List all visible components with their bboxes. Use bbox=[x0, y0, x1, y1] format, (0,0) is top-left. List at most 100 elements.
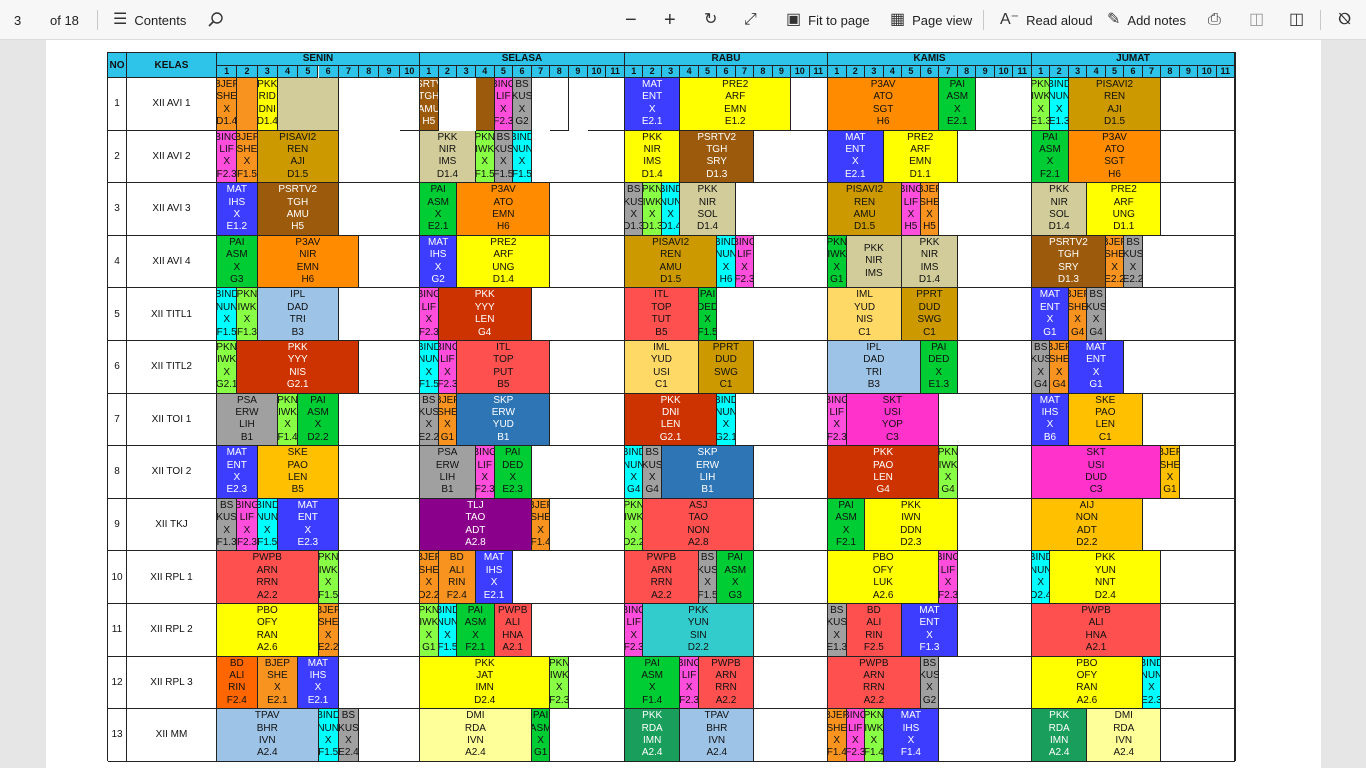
lesson-cell[interactable]: BJEPSHEXF1.5 bbox=[237, 130, 258, 184]
fullscreen-button[interactable]: ⤢ bbox=[744, 0, 757, 40]
lesson-cell[interactable]: MAT ENT X E2.3 bbox=[217, 446, 258, 499]
lesson-cell[interactable]: SKE PAO LEN B5 bbox=[257, 446, 339, 499]
lesson-cell[interactable]: PKN IWK X G1 bbox=[420, 604, 439, 657]
lesson-cell[interactable]: BD ALI RIN F2.4 bbox=[217, 656, 258, 710]
lesson-cell[interactable]: PKK NIR IMS bbox=[846, 235, 903, 289]
lesson-cell[interactable]: MAT ENT X E2.1 bbox=[828, 130, 884, 184]
lesson-cell[interactable]: BINDNUNXE2.3 bbox=[1142, 656, 1162, 710]
lesson-cell[interactable]: MAT IHS X E1.2 bbox=[217, 183, 258, 236]
fit-to-page-button[interactable]: ▣ Fit to page bbox=[786, 0, 870, 40]
lesson-cell[interactable]: IML YUD USI C1 bbox=[625, 341, 699, 394]
lesson-cell[interactable]: BSKUSXF1.5 bbox=[494, 130, 514, 184]
lesson-cell[interactable]: PWPB ARN RRN A2.2 bbox=[217, 551, 319, 604]
lesson-cell[interactable]: PPRT DUD SWG C1 bbox=[698, 341, 755, 394]
lesson-cell[interactable]: BINGLIFXF2.3 bbox=[846, 709, 866, 762]
zoom-in-button[interactable]: + bbox=[664, 0, 676, 40]
lesson-cell[interactable]: PAI ASM X F1.4 bbox=[625, 656, 681, 710]
lesson-cell[interactable]: SKT USI YOP C3 bbox=[846, 393, 940, 447]
lesson-cell[interactable]: PAI ASM X E2.1 bbox=[420, 183, 458, 236]
lesson-cell[interactable]: MAT IHS X E2.1 bbox=[298, 656, 339, 710]
lesson-cell[interactable]: BINGLIFXF2.3 bbox=[420, 288, 439, 341]
lesson-cell[interactable]: BD ALI RIN F2.5 bbox=[846, 604, 903, 657]
lesson-cell[interactable]: PRE2 ARF UNG D1.4 bbox=[457, 235, 551, 289]
lesson-cell[interactable]: PKK NIR SOL D1.4 bbox=[680, 183, 736, 236]
lesson-cell[interactable]: SKP ERW YUD B1 bbox=[457, 393, 551, 447]
lesson-cell[interactable]: TPAV BHR IVN A2.4 bbox=[680, 709, 755, 762]
lesson-cell[interactable]: BSKUSXG4 bbox=[1087, 288, 1106, 341]
lesson-cell[interactable]: MAT ENT X F1.3 bbox=[902, 604, 958, 657]
lesson-cell[interactable]: IML YUD NIS C1 bbox=[828, 288, 903, 341]
lesson-cell[interactable]: BS KUS X G2 bbox=[513, 78, 532, 131]
lesson-cell[interactable]: PRE2 ARF UNG D1.1 bbox=[1087, 183, 1162, 236]
lesson-cell[interactable]: BSKUSXG4 bbox=[643, 446, 662, 499]
lesson-cell[interactable]: BS KUS X F1.3 bbox=[217, 498, 238, 552]
lesson-cell[interactable]: PKK DNI LEN G2.1 bbox=[625, 393, 718, 447]
lesson-cell[interactable]: PKN IWK X F1.5 bbox=[475, 130, 495, 184]
lesson-cell[interactable]: AIJ NON ADT D2.2 bbox=[1032, 498, 1143, 552]
lesson-cell[interactable]: PAI ASM X G3 bbox=[217, 235, 258, 289]
lesson-cell[interactable]: PKK NIR SOL D1.4 bbox=[1032, 183, 1088, 236]
lesson-cell[interactable]: PAIDEDXF1.5 bbox=[698, 288, 718, 341]
lesson-cell[interactable]: BINDNUNXH6 bbox=[717, 235, 736, 289]
lesson-cell[interactable]: PKK NIR IMS D1.4 bbox=[625, 130, 681, 184]
page-number-input[interactable]: 3 bbox=[4, 6, 38, 34]
lesson-cell[interactable]: PKK NIR IMS D1.4 bbox=[420, 130, 476, 184]
lesson-cell[interactable]: BJEPSHEXG4 bbox=[1068, 288, 1088, 341]
lesson-cell[interactable]: PKK RID DNI D1.4 bbox=[257, 78, 278, 131]
lesson-cell[interactable]: PAI ASM X F2.1 bbox=[828, 498, 866, 552]
page-view-button[interactable]: ▦ Page view bbox=[890, 0, 972, 40]
lesson-cell[interactable]: BS KUS X E1.3 bbox=[828, 604, 847, 657]
lesson-cell[interactable]: BINGLIFXF2.3 bbox=[438, 341, 458, 394]
lesson-cell[interactable]: PAI DED X E2.3 bbox=[494, 446, 532, 499]
lesson-cell[interactable]: PKNIWKXD1.3 bbox=[643, 183, 662, 236]
lesson-cell[interactable]: BSKUSXE2.2 bbox=[420, 393, 439, 447]
lesson-cell[interactable]: P3AV ATO EMN H6 bbox=[457, 183, 551, 236]
lesson-cell[interactable]: PKN IWK X F2.3 bbox=[550, 656, 570, 710]
lesson-cell[interactable]: BSKUSXD1.3 bbox=[625, 183, 644, 236]
lesson-cell[interactable]: MAT ENT X E2.1 bbox=[625, 78, 681, 131]
lesson-cell[interactable]: PKK IWN DDN D2.3 bbox=[865, 498, 958, 552]
lesson-cell[interactable]: PPRT DUD SWG C1 bbox=[902, 288, 958, 341]
zoom-out-button[interactable]: − bbox=[625, 0, 637, 40]
lesson-cell[interactable]: PSA ERW LIH B1 bbox=[217, 393, 278, 447]
lesson-cell[interactable]: BINGLIFXF2.3 bbox=[625, 604, 644, 657]
lesson-cell[interactable]: PSRTV2 TGH SRY D1.3 bbox=[680, 130, 755, 184]
lesson-cell[interactable]: ITL TOP PUT B5 bbox=[457, 341, 551, 394]
lesson-cell[interactable]: PRE2 ARF EMN D1.1 bbox=[883, 130, 958, 184]
lesson-cell[interactable]: PAI ASM X D2.2 bbox=[298, 393, 339, 447]
lesson-cell[interactable]: PSRTV2TGHAMUH5 bbox=[420, 78, 439, 131]
lesson-cell[interactable]: IPL DAD TRI B3 bbox=[828, 341, 921, 394]
lesson-cell[interactable]: PSA ERW LIH B1 bbox=[420, 446, 476, 499]
lesson-cell[interactable]: BJEPSHEXH5 bbox=[920, 183, 940, 236]
lesson-cell[interactable]: PKN IWK X G2.1 bbox=[217, 341, 238, 394]
lesson-cell[interactable]: PAIASMXG1 bbox=[531, 709, 551, 762]
lesson-cell[interactable]: PISAVI2 REN AMU D1.5 bbox=[828, 183, 903, 236]
lesson-cell[interactable]: BINGLIFXF2.3 bbox=[828, 393, 847, 447]
lesson-cell[interactable]: MAT IHS X E2.1 bbox=[475, 551, 514, 604]
lesson-cell[interactable]: PKK YUN NNT D2.4 bbox=[1050, 551, 1162, 604]
lesson-cell[interactable]: MAT ENT X G1 bbox=[1032, 288, 1069, 341]
rotate-button[interactable]: ↻ bbox=[704, 0, 717, 40]
lesson-cell[interactable]: MAT ENT X G1 bbox=[1068, 341, 1125, 394]
lesson-cell[interactable]: DMI RDA IVN A2.4 bbox=[1087, 709, 1162, 762]
lesson-cell[interactable]: PKK RDA IMN A2.4 bbox=[1032, 709, 1088, 762]
lesson-cell[interactable]: PBO OFY RAN A2.6 bbox=[217, 604, 319, 657]
lesson-cell[interactable]: BS KUS X E2.4 bbox=[338, 709, 360, 762]
lesson-cell[interactable]: BINDNUNXF1.5 bbox=[217, 288, 238, 341]
lesson-cell[interactable]: ITL TOP TUT B5 bbox=[625, 288, 699, 341]
lesson-cell[interactable]: PKK YUN SIN D2.2 bbox=[643, 604, 755, 657]
lesson-cell[interactable]: PBO OFY LUK A2.6 bbox=[828, 551, 940, 604]
contents-button[interactable]: ☰ Contents bbox=[113, 0, 186, 40]
read-aloud-button[interactable]: A⁻ Read aloud bbox=[1000, 0, 1093, 40]
lesson-cell[interactable]: PKN IWK X F1.4 bbox=[277, 393, 299, 447]
lesson-cell[interactable]: P3AV ATO SGT H6 bbox=[828, 78, 940, 131]
lesson-cell[interactable]: BINGLIFXF2.3 bbox=[680, 656, 699, 710]
lesson-cell[interactable]: BJEPSHEXE2.2 bbox=[1105, 235, 1125, 289]
lesson-cell[interactable]: PKN IWK X F1.3 bbox=[237, 288, 258, 341]
lesson-cell[interactable]: PKNIWKXE1.3 bbox=[1032, 78, 1051, 131]
lesson-cell[interactable]: PBO OFY RAN A2.6 bbox=[1032, 656, 1143, 710]
lesson-cell[interactable]: PAI ASM X E2.1 bbox=[939, 78, 977, 131]
lesson-cell[interactable]: PKK JAT IMN D2.4 bbox=[420, 656, 551, 710]
lesson-cell[interactable]: BJEPSHEXE2.2 bbox=[318, 604, 339, 657]
lesson-cell[interactable]: PISAVI2 REN AMU D1.5 bbox=[625, 235, 718, 289]
